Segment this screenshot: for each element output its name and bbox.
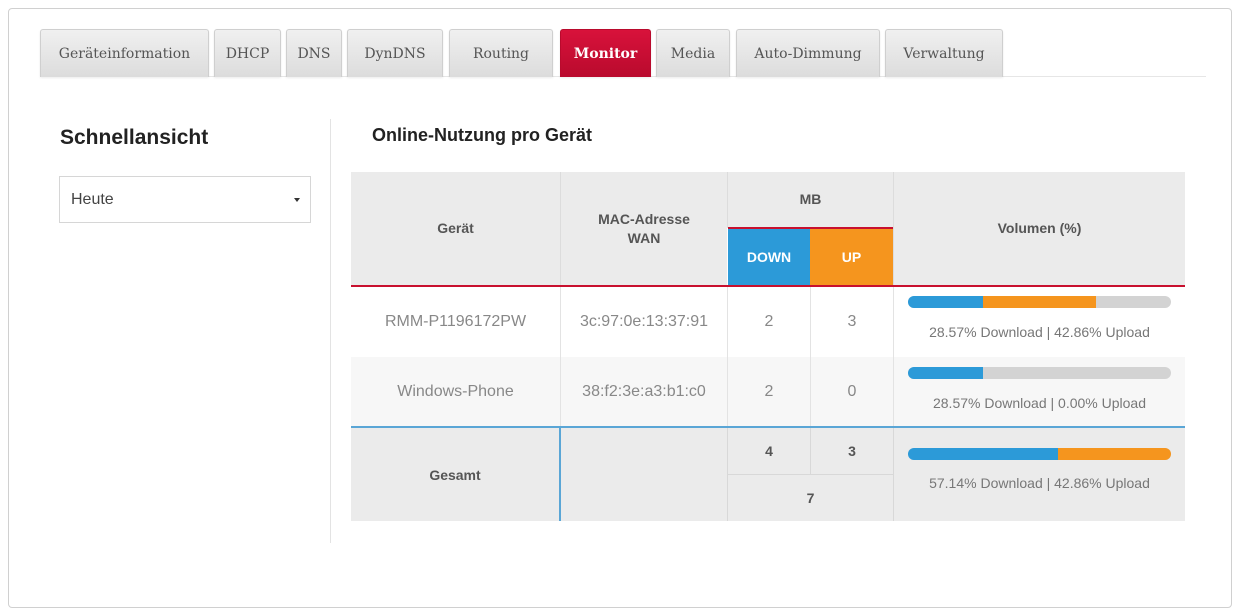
cell-up: 0	[847, 382, 857, 400]
tab-routing[interactable]: Routing	[449, 29, 553, 77]
table-row: RMM-P1196172PW 3c:97:0e:13:37:91 2 3 28.…	[351, 287, 1185, 357]
header-device: Gerät	[351, 172, 560, 285]
tab-auto-dimmung[interactable]: Auto-Dimmung	[736, 29, 880, 77]
page-title: Online-Nutzung pro Gerät	[372, 125, 592, 145]
volume-label: 28.57% Download | 42.86% Upload	[929, 324, 1150, 340]
total-down: 4	[765, 443, 773, 459]
period-select[interactable]: Heute	[59, 176, 311, 223]
header-volume: Volumen (%)	[894, 172, 1185, 285]
download-bar-fill	[908, 367, 984, 379]
volume-label: 28.57% Download | 0.00% Upload	[932, 395, 1146, 411]
tab-dns[interactable]: DNS	[286, 29, 342, 77]
caret-down-icon	[294, 198, 300, 202]
header-mac: MAC-Adresse WAN	[561, 172, 727, 285]
header-mac-line2: WAN	[627, 229, 661, 246]
period-select-value: Heute	[71, 190, 114, 208]
cell-device: RMM-P1196172PW	[384, 313, 527, 330]
header-mb-label: MB	[799, 191, 822, 207]
cell-mac: 38:f2:3e:a3:b1:c0	[582, 382, 706, 400]
table-row: Windows-Phone 38:f2:3e:a3:b1:c0 2 0 28.5…	[351, 357, 1185, 426]
tab-media[interactable]: Media	[656, 29, 730, 77]
tab-verwaltung[interactable]: Verwaltung	[885, 29, 1003, 77]
cell-up: 3	[847, 313, 857, 330]
total-label: Gesamt	[429, 466, 481, 483]
tab-dyndns[interactable]: DynDNS	[347, 29, 443, 77]
volume-bar	[908, 296, 1171, 308]
tab-bar: Geräteinformation DHCP DNS DynDNS Routin…	[40, 29, 1206, 77]
header-down-label: DOWN	[746, 249, 792, 265]
upload-bar-fill	[983, 296, 1096, 308]
tab-dhcp[interactable]: DHCP	[214, 29, 281, 77]
total-up: 3	[848, 443, 856, 459]
total-sum: 7	[806, 490, 815, 506]
header-device-label: Gerät	[437, 220, 474, 236]
cell-mac: 3c:97:0e:13:37:91	[579, 313, 709, 330]
download-bar-fill	[908, 448, 1059, 460]
tab-monitor[interactable]: Monitor	[560, 29, 651, 77]
header-volume-label: Volumen (%)	[997, 220, 1082, 236]
header-up-label: UP	[841, 249, 862, 265]
tab-geraeteinformation[interactable]: Geräteinformation	[40, 29, 209, 77]
cell-down: 2	[764, 382, 774, 400]
upload-bar-fill	[1058, 448, 1171, 460]
header-up: UP	[810, 229, 893, 285]
download-bar-fill	[908, 296, 984, 308]
total-row: Gesamt 4 3 7 57.14% Download | 42.86% Up…	[351, 428, 1185, 521]
usage-table: Gerät MAC-Adresse WAN MB DOWN UP Volumen…	[351, 172, 1185, 521]
sidebar-divider	[330, 119, 331, 543]
sidebar-title: Schnellansicht	[60, 126, 209, 149]
cell-device: Windows-Phone	[397, 382, 514, 400]
header-mac-line1: MAC-Adresse	[598, 210, 690, 227]
header-down: DOWN	[728, 229, 810, 285]
header-mb: MB	[728, 172, 893, 227]
volume-bar	[908, 448, 1171, 460]
volume-bar	[908, 367, 1171, 379]
total-mac-empty	[561, 428, 727, 521]
cell-down: 2	[764, 313, 774, 330]
volume-label: 57.14% Download | 42.86% Upload	[929, 475, 1150, 491]
